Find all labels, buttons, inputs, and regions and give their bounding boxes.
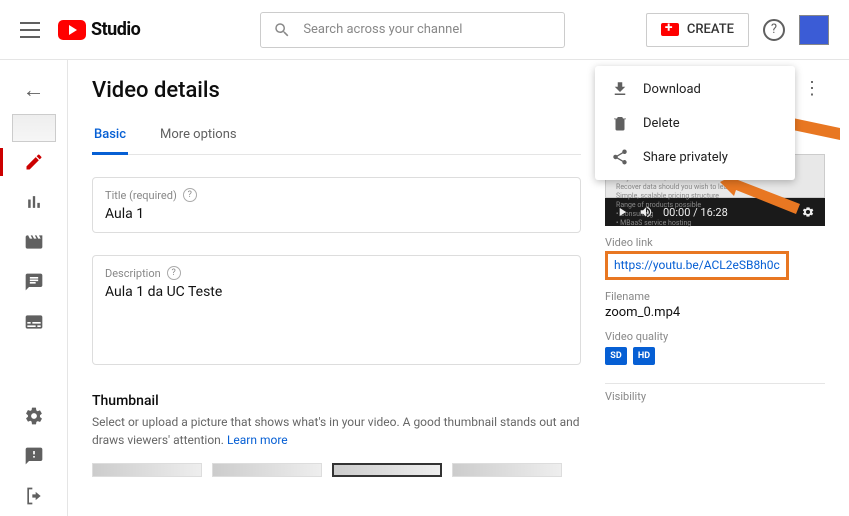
volume-icon[interactable] bbox=[639, 205, 653, 219]
share-icon bbox=[611, 148, 629, 166]
nav-comments[interactable] bbox=[0, 262, 68, 302]
time-display: 00:00 / 16:28 bbox=[663, 206, 728, 219]
back-arrow-icon[interactable]: ← bbox=[14, 70, 54, 110]
nav-whatsnew[interactable] bbox=[0, 476, 68, 516]
logo-text: Studio bbox=[91, 19, 140, 40]
create-icon bbox=[661, 23, 679, 36]
create-label: CREATE bbox=[687, 22, 734, 37]
sidebar: ← bbox=[0, 60, 68, 516]
youtube-play-icon bbox=[58, 20, 86, 40]
visibility-label: Visibility bbox=[605, 390, 825, 403]
nav-subtitles[interactable] bbox=[0, 302, 68, 342]
gear-icon bbox=[24, 406, 44, 426]
search-placeholder: Search across your channel bbox=[303, 22, 462, 37]
download-icon bbox=[611, 80, 629, 98]
tab-more-options[interactable]: More options bbox=[158, 117, 239, 154]
video-thumbnail-nav[interactable] bbox=[12, 114, 56, 142]
main-form: Video details Basic More options Title (… bbox=[92, 78, 581, 516]
thumbnail-option[interactable] bbox=[92, 463, 202, 477]
title-label: Title (required) ? bbox=[105, 188, 568, 202]
video-link[interactable]: https://youtu.be/ACL2eSB8h0c bbox=[614, 258, 780, 272]
hamburger-menu-icon[interactable] bbox=[20, 22, 40, 38]
search-icon bbox=[273, 21, 291, 39]
thumbnail-heading: Thumbnail bbox=[92, 393, 581, 409]
title-field[interactable]: Title (required) ? Aula 1 bbox=[92, 177, 581, 233]
analytics-icon bbox=[24, 192, 44, 212]
nav-feedback[interactable] bbox=[0, 436, 68, 476]
more-options-icon[interactable]: ⋮ bbox=[803, 78, 819, 99]
menu-delete[interactable]: Delete bbox=[595, 106, 795, 140]
filename-value: zoom_0.mp4 bbox=[605, 305, 825, 320]
trash-icon bbox=[611, 114, 629, 132]
nav-settings[interactable] bbox=[0, 396, 68, 436]
editor-icon bbox=[24, 232, 44, 252]
pencil-icon bbox=[24, 152, 44, 172]
thumbnail-option[interactable] bbox=[212, 463, 322, 477]
comments-icon bbox=[24, 272, 44, 292]
detail-tabs: Basic More options bbox=[92, 117, 581, 155]
nav-analytics[interactable] bbox=[0, 182, 68, 222]
video-link-highlight: https://youtu.be/ACL2eSB8h0c bbox=[605, 251, 789, 280]
options-menu: Download Delete Share privately bbox=[595, 66, 795, 180]
tab-basic[interactable]: Basic bbox=[92, 117, 128, 154]
video-link-label: Video link bbox=[605, 236, 825, 249]
thumbnail-section: Thumbnail Select or upload a picture tha… bbox=[92, 393, 581, 477]
quality-label: Video quality bbox=[605, 330, 825, 343]
page-title: Video details bbox=[92, 78, 581, 103]
sd-badge: SD bbox=[605, 347, 627, 365]
filename-label: Filename bbox=[605, 290, 825, 303]
description-value[interactable]: Aula 1 da UC Teste bbox=[105, 284, 568, 300]
hd-badge: HD bbox=[633, 347, 655, 365]
feedback-icon bbox=[24, 446, 44, 466]
studio-logo[interactable]: Studio bbox=[58, 19, 140, 40]
thumbnail-option[interactable] bbox=[332, 463, 442, 477]
help-icon[interactable]: ? bbox=[763, 19, 785, 41]
subtitles-icon bbox=[24, 312, 44, 332]
play-icon[interactable] bbox=[615, 205, 629, 219]
nav-editor[interactable] bbox=[0, 222, 68, 262]
thumbnail-option[interactable] bbox=[452, 463, 562, 477]
header-right: CREATE ? bbox=[646, 13, 829, 47]
thumbnail-desc: Select or upload a picture that shows wh… bbox=[92, 413, 581, 449]
description-label: Description ? bbox=[105, 266, 568, 280]
learn-more-link[interactable]: Learn more bbox=[227, 433, 288, 447]
nav-details[interactable] bbox=[0, 142, 68, 182]
side-panel: ⋮ Download Delete Share privately Busine… bbox=[605, 78, 825, 516]
app-header: Studio Search across your channel CREATE… bbox=[0, 0, 849, 60]
title-value[interactable]: Aula 1 bbox=[105, 206, 568, 222]
description-field[interactable]: Description ? Aula 1 da UC Teste bbox=[92, 255, 581, 365]
menu-share-privately[interactable]: Share privately bbox=[595, 140, 795, 174]
menu-download[interactable]: Download bbox=[595, 72, 795, 106]
user-avatar[interactable] bbox=[799, 15, 829, 45]
create-button[interactable]: CREATE bbox=[646, 13, 749, 47]
exit-icon bbox=[24, 486, 44, 506]
help-icon[interactable]: ? bbox=[183, 188, 197, 202]
quality-badges: SD HD bbox=[605, 347, 825, 365]
search-input[interactable]: Search across your channel bbox=[260, 12, 565, 48]
help-icon[interactable]: ? bbox=[167, 266, 181, 280]
player-gear-icon[interactable] bbox=[801, 205, 815, 219]
